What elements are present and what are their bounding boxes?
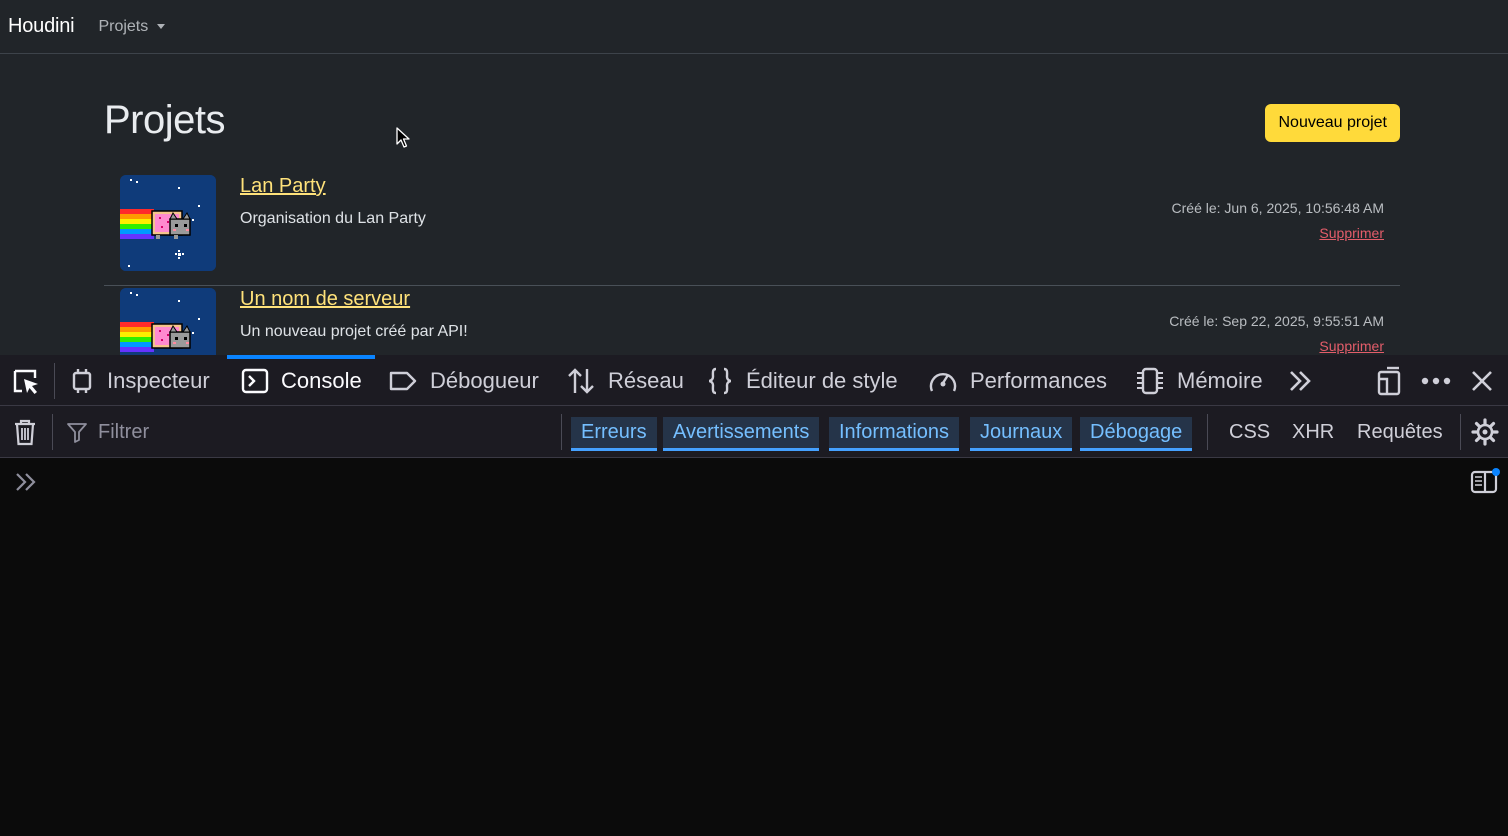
debugger-icon xyxy=(388,369,418,393)
close-devtools-button[interactable] xyxy=(1466,355,1498,406)
filter-separator xyxy=(1460,414,1461,450)
toolbar-separator xyxy=(54,363,55,399)
tab-inspector[interactable]: Inspecteur xyxy=(69,355,210,406)
network-icon xyxy=(566,367,596,395)
tab-style-editor-label: Éditeur de style xyxy=(746,367,898,393)
filter-icon xyxy=(67,423,87,443)
filter-separator xyxy=(561,414,562,450)
tab-debugger-label: Débogueur xyxy=(430,367,539,393)
more-tabs-button[interactable] xyxy=(1284,355,1316,406)
project-created-date: Créé le: Jun 6, 2025, 10:56:48 AM xyxy=(1171,200,1384,216)
memory-icon xyxy=(1135,367,1165,395)
more-options-icon xyxy=(1421,377,1451,384)
console-icon xyxy=(241,368,269,394)
projects-dropdown-label: Projets xyxy=(98,17,149,35)
responsive-design-icon xyxy=(1377,366,1401,395)
filter-logs-toggle[interactable]: Journaux xyxy=(970,417,1073,451)
filter-separator xyxy=(1207,414,1208,450)
project-item: Lan Party Organisation du Lan Party Créé… xyxy=(104,173,1400,286)
tab-console-label: Console xyxy=(281,367,362,393)
filter-css-toggle[interactable]: CSS xyxy=(1229,417,1270,451)
tab-performance[interactable]: Performances xyxy=(928,355,1107,406)
tab-debugger[interactable]: Débogueur xyxy=(388,355,539,406)
devtools-toolbar: Inspecteur Console Débogueur Réseau Édit… xyxy=(0,355,1508,406)
project-description: Organisation du Lan Party xyxy=(240,210,426,227)
filter-warnings-toggle[interactable]: Avertissements xyxy=(663,417,820,451)
tab-console[interactable]: Console xyxy=(241,355,362,406)
devtools-panel: Inspecteur Console Débogueur Réseau Édit… xyxy=(0,355,1508,836)
element-picker-button[interactable] xyxy=(6,355,46,406)
gear-icon xyxy=(1471,418,1499,446)
tab-memory[interactable]: Mémoire xyxy=(1135,355,1263,406)
project-name-link[interactable]: Un nom de serveur xyxy=(240,288,410,311)
double-chevron-right-icon xyxy=(1290,370,1311,391)
sidebar-toggle-button[interactable] xyxy=(1468,458,1502,506)
filter-xhr-toggle[interactable]: XHR xyxy=(1292,417,1334,451)
clear-console-button[interactable] xyxy=(8,406,42,458)
tab-memory-label: Mémoire xyxy=(1177,367,1263,393)
projects-dropdown[interactable]: Projets xyxy=(98,17,166,36)
dock-toggle-button[interactable] xyxy=(1372,355,1406,406)
performance-icon xyxy=(928,367,958,395)
nyan-cat-icon xyxy=(120,288,216,355)
nyan-cat-icon xyxy=(120,175,216,271)
console-filter-field[interactable] xyxy=(66,414,556,450)
project-description: Un nouveau projet créé par API! xyxy=(240,323,468,340)
project-created-date: Créé le: Sep 22, 2025, 9:55:51 AM xyxy=(1169,313,1384,329)
style-editor-icon xyxy=(706,367,734,395)
filter-separator xyxy=(52,414,53,450)
trash-icon xyxy=(15,419,35,446)
filter-info-toggle[interactable]: Informations xyxy=(829,417,960,451)
navbar: Houdini Projets xyxy=(0,0,1508,54)
tab-style-editor[interactable]: Éditeur de style xyxy=(706,355,898,406)
project-thumbnail xyxy=(120,288,216,355)
navbar-brand[interactable]: Houdini xyxy=(8,15,75,38)
console-filter-bar: Erreurs Avertissements Informations Jour… xyxy=(0,406,1508,458)
tab-network-label: Réseau xyxy=(608,367,684,393)
mouse-pointer-icon xyxy=(396,127,410,148)
delete-project-link[interactable]: Supprimer xyxy=(1319,225,1384,241)
close-icon xyxy=(1472,370,1492,391)
new-project-button[interactable]: Nouveau projet xyxy=(1265,104,1400,142)
delete-project-link[interactable]: Supprimer xyxy=(1319,338,1384,354)
console-input-row[interactable] xyxy=(0,458,1508,506)
console-filter-input[interactable] xyxy=(98,420,538,444)
caret-down-icon xyxy=(157,24,166,29)
page-title: Projets xyxy=(104,98,226,142)
filter-requests-toggle[interactable]: Requêtes xyxy=(1357,417,1443,451)
console-prompt-icon xyxy=(16,473,36,491)
project-thumbnail xyxy=(120,175,216,271)
inspector-icon xyxy=(69,368,95,394)
project-item: Un nom de serveur Un nouveau projet créé… xyxy=(104,286,1400,355)
split-console-icon xyxy=(1470,468,1500,494)
devtools-menu-button[interactable] xyxy=(1418,355,1454,406)
console-settings-button[interactable] xyxy=(1468,406,1502,458)
filter-debug-toggle[interactable]: Débogage xyxy=(1080,417,1193,451)
filter-errors-toggle[interactable]: Erreurs xyxy=(571,417,657,451)
tab-inspector-label: Inspecteur xyxy=(107,367,210,393)
tab-network[interactable]: Réseau xyxy=(566,355,684,406)
element-picker-icon xyxy=(13,369,38,394)
project-name-link[interactable]: Lan Party xyxy=(240,175,326,198)
page-viewport: Houdini Projets Projets Nouveau projet L… xyxy=(0,0,1508,355)
tab-performance-label: Performances xyxy=(970,367,1107,393)
